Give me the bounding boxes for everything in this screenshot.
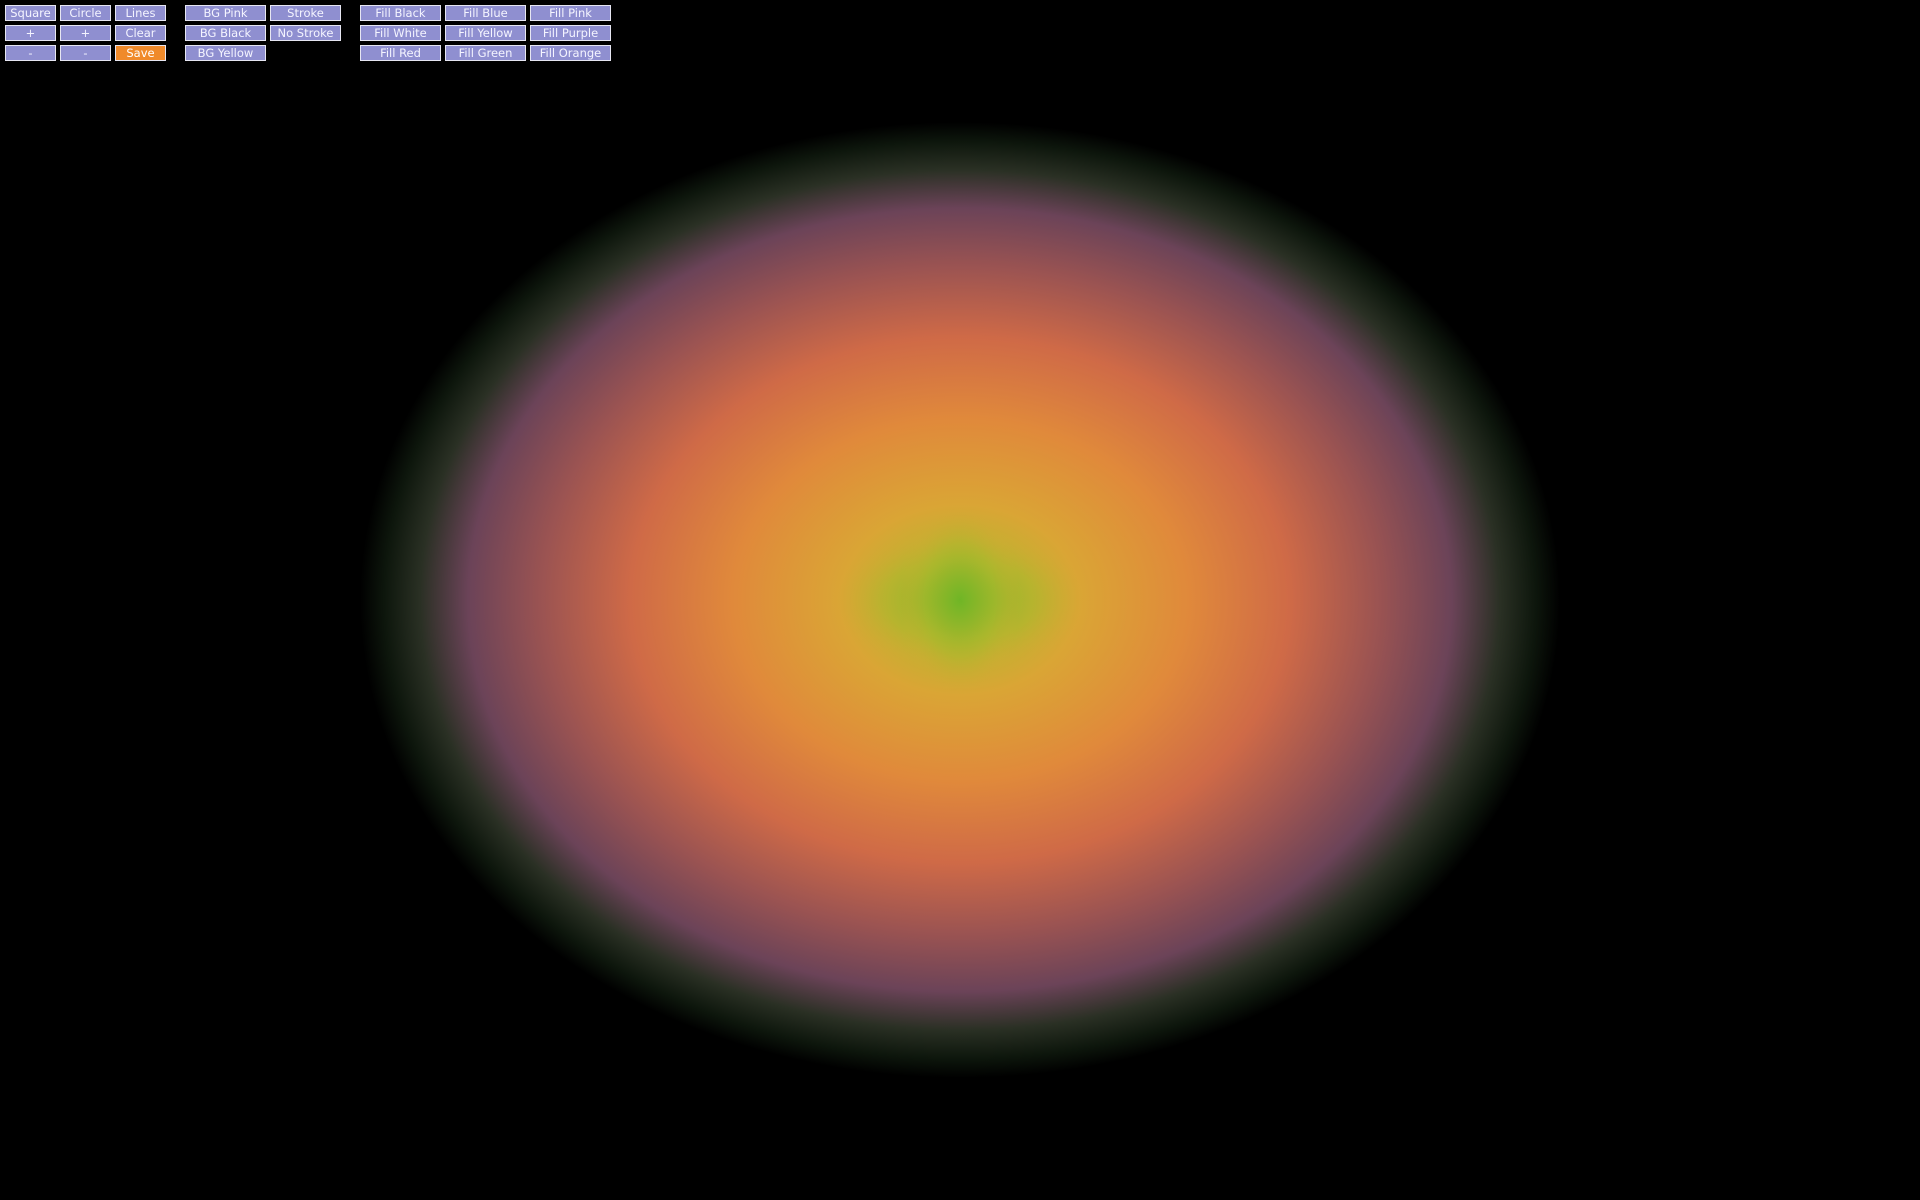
stroke-button[interactable]: Stroke [270,5,341,21]
fill-blue-button[interactable]: Fill Blue [445,5,526,21]
fill-red-button[interactable]: Fill Red [360,45,441,61]
fill-yellow-button[interactable]: Fill Yellow [445,25,526,41]
fill-pink-button[interactable]: Fill Pink [530,5,611,21]
decrease-button-2[interactable]: - [60,45,111,61]
decrease-button-1[interactable]: - [5,45,56,61]
fill-orange-button[interactable]: Fill Orange [530,45,611,61]
no-stroke-button[interactable]: No Stroke [270,25,341,41]
increase-button-1[interactable]: + [5,25,56,41]
drawing-canvas[interactable] [0,0,1920,1200]
bg-black-button[interactable]: BG Black [185,25,266,41]
bg-yellow-button[interactable]: BG Yellow [185,45,266,61]
fill-white-button[interactable]: Fill White [360,25,441,41]
increase-button-2[interactable]: + [60,25,111,41]
circle-button[interactable]: Circle [60,5,111,21]
clear-button[interactable]: Clear [115,25,166,41]
fill-purple-button[interactable]: Fill Purple [530,25,611,41]
core-vertical [900,505,1020,695]
square-button[interactable]: Square [5,5,56,21]
fill-green-button[interactable]: Fill Green [445,45,526,61]
save-button[interactable]: Save [115,45,166,61]
bg-pink-button[interactable]: BG Pink [185,5,266,21]
drawing-app: Square Circle Lines + + Clear - - Save B… [0,0,1920,1200]
fill-black-button[interactable]: Fill Black [360,5,441,21]
lines-button[interactable]: Lines [115,5,166,21]
toolbar: Square Circle Lines + + Clear - - Save B… [0,0,640,70]
